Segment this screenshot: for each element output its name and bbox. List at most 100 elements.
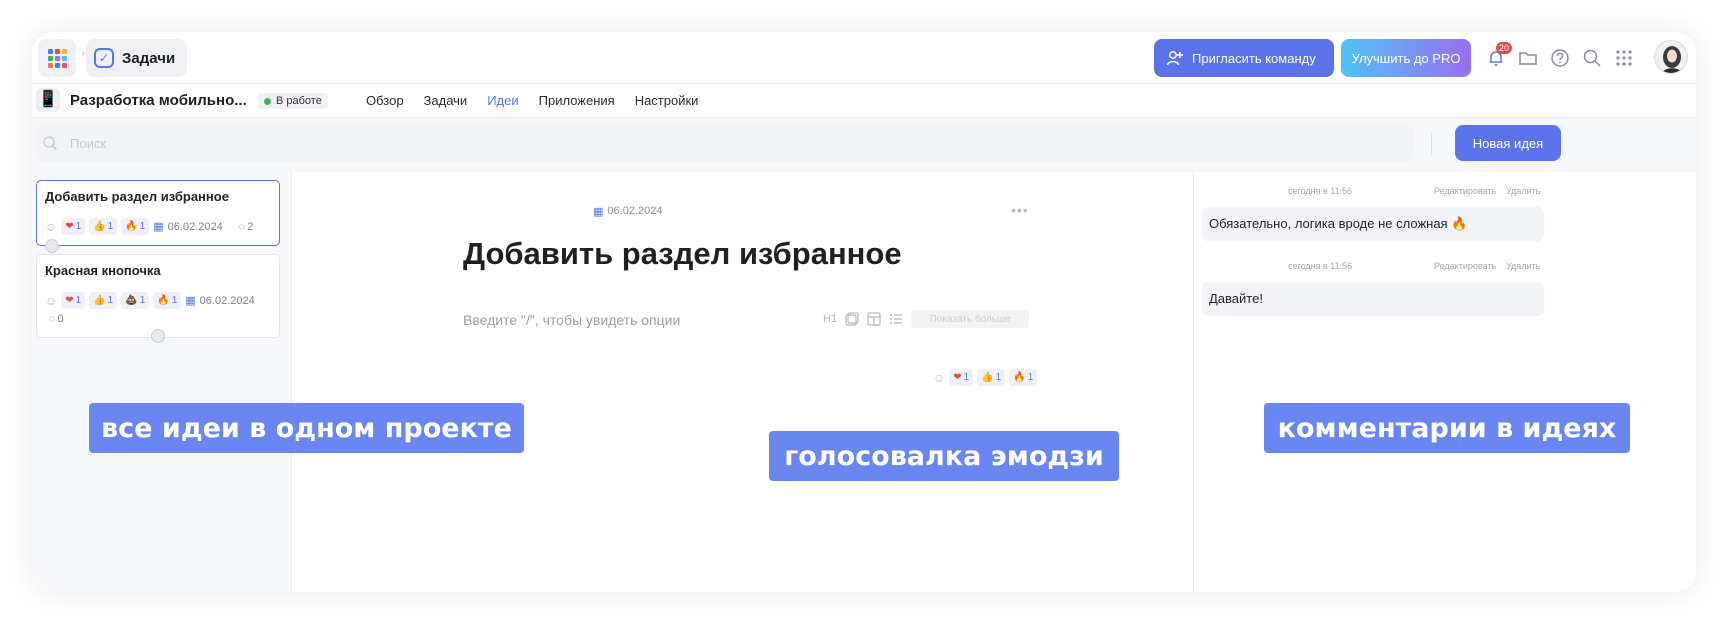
upgrade-pro-label: Улучшить до PRO xyxy=(1351,50,1461,66)
assignee-avatar xyxy=(151,329,165,343)
comment-bubble: Обязательно, логика вроде не сложная 🔥 xyxy=(1202,207,1544,241)
comment-time: сегодня в 11:56 xyxy=(1288,261,1353,271)
reaction-count: 1 xyxy=(75,221,82,232)
reaction-fire[interactable]: 🔥 1 xyxy=(1009,369,1038,386)
project-tabs: Обзор Задачи Идеи Приложения Настройки xyxy=(366,93,698,108)
apps-grid-button[interactable] xyxy=(38,39,76,77)
search-placeholder: Поиск xyxy=(70,135,107,151)
comments-count: ◌ 0 xyxy=(49,313,64,325)
more-options-icon[interactable]: ••• xyxy=(1011,202,1029,218)
edit-comment-link[interactable]: Редактировать xyxy=(1434,186,1496,196)
breadcrumb-label: Задачи xyxy=(122,49,176,67)
tab-apps[interactable]: Приложения xyxy=(539,93,615,108)
editor-placeholder[interactable]: Введите "/", чтобы увидеть опции xyxy=(463,312,680,328)
apps-grid-icon xyxy=(47,48,67,68)
thumbs-up-icon: 👍 xyxy=(93,221,106,232)
comment-icon: ◌ xyxy=(238,220,246,233)
idea-date-header[interactable]: ▦ 06.02.2024 xyxy=(593,205,662,218)
reaction-fire[interactable]: 🔥 1 xyxy=(153,292,182,309)
new-idea-button[interactable]: Новая идея xyxy=(1455,125,1561,161)
tab-overview[interactable]: Обзор xyxy=(366,93,404,108)
ideas-list: Добавить раздел избранное ☺ ❤ 1 👍 1 🔥 1 ▦ 0… xyxy=(32,172,292,592)
tab-settings[interactable]: Настройки xyxy=(635,93,699,108)
idea-title: Добавить раздел избранное xyxy=(45,189,229,204)
comments-number: 2 xyxy=(247,220,254,233)
reaction-count: 1 xyxy=(107,221,114,232)
editor-reactions: ☺ ❤ 1 👍 1 🔥 1 xyxy=(933,369,1038,386)
reaction-thumbs-up[interactable]: 👍 1 xyxy=(977,369,1006,386)
divider xyxy=(1431,133,1432,155)
assignee-avatar xyxy=(45,239,59,253)
idea-editor: ▦ 06.02.2024 ••• Добавить раздел избранн… xyxy=(293,172,1193,592)
apps-menu-button[interactable] xyxy=(1612,42,1636,74)
project-phone-icon: 📱 xyxy=(36,88,60,112)
reaction-poop[interactable]: 💩 1 xyxy=(121,292,150,309)
idea-meta: ☺ ❤ 1 👍 1 🔥 1 ▦ 06.02.2024 ◌ 2 xyxy=(45,218,271,253)
toolbar-icons: 20 xyxy=(1484,42,1636,74)
top-bar: › ✓ Задачи Пригласить команду Улучшить д… xyxy=(32,32,1696,84)
callout-ideas: все идеи в одном проекте xyxy=(89,403,524,453)
tab-tasks[interactable]: Задачи xyxy=(424,93,468,108)
table-icon[interactable] xyxy=(867,312,881,326)
notifications-button[interactable]: 20 xyxy=(1484,42,1513,74)
image-gallery-icon[interactable] xyxy=(845,312,859,326)
idea-card-selected[interactable]: Добавить раздел избранное ☺ ❤ 1 👍 1 🔥 1 ▦ 0… xyxy=(36,180,280,253)
search-button[interactable] xyxy=(1580,42,1604,74)
tab-ideas[interactable]: Идеи xyxy=(487,93,518,108)
search-input[interactable]: Поиск xyxy=(36,124,1413,162)
callout-comments: комментарии в идеях xyxy=(1264,403,1630,453)
help-icon xyxy=(1551,49,1569,67)
heart-icon: ❤ xyxy=(953,372,962,383)
search-bar: Поиск Новая идея xyxy=(32,118,1696,172)
idea-date: 06.02.2024 xyxy=(199,294,255,307)
status-label: В работе xyxy=(276,95,322,107)
delete-comment-link[interactable]: Удалить xyxy=(1506,261,1540,271)
delete-comment-link[interactable]: Удалить xyxy=(1506,186,1540,196)
add-reaction-icon[interactable]: ☺ xyxy=(933,371,945,385)
folder-button[interactable] xyxy=(1516,42,1540,74)
notifications-badge: 20 xyxy=(1496,42,1513,54)
new-idea-label: Новая идея xyxy=(1472,135,1544,151)
thumbs-up-icon: 👍 xyxy=(981,372,994,383)
help-button[interactable] xyxy=(1548,42,1572,74)
edit-comment-link[interactable]: Редактировать xyxy=(1434,261,1496,271)
comment-bubble: Давайте! xyxy=(1202,282,1544,316)
user-photo-icon xyxy=(1661,46,1683,73)
idea-date: 06.02.2024 xyxy=(607,205,663,217)
invite-team-label: Пригласить команду xyxy=(1192,50,1316,66)
reaction-heart[interactable]: ❤ 1 xyxy=(61,218,86,235)
search-icon xyxy=(43,136,57,150)
project-title[interactable]: Разработка мобильно... xyxy=(70,92,247,109)
fire-icon: 🔥 xyxy=(1013,372,1026,383)
reaction-heart[interactable]: ❤ 1 xyxy=(949,369,974,386)
reaction-fire[interactable]: 🔥 1 xyxy=(121,218,150,235)
breadcrumb-tasks[interactable]: ✓ Задачи xyxy=(86,39,188,77)
idea-card[interactable]: Красная кнопочка ☺ ❤ 1 👍 1 💩 1 🔥 1 ▦ 06.02.2… xyxy=(36,254,280,343)
comment-time: сегодня в 11:56 xyxy=(1288,186,1353,196)
add-reaction-icon[interactable]: ☺ xyxy=(45,294,57,308)
reaction-thumbs-up[interactable]: 👍 1 xyxy=(89,218,118,235)
add-reaction-icon[interactable]: ☺ xyxy=(45,220,57,234)
reaction-thumbs-up[interactable]: 👍 1 xyxy=(89,292,118,309)
heart-icon: ❤ xyxy=(65,221,74,232)
heading-icon[interactable]: H1 xyxy=(823,313,837,325)
calendar-icon: ▦ xyxy=(593,206,604,218)
user-avatar[interactable] xyxy=(1654,40,1688,74)
comment-icon: ◌ xyxy=(49,313,56,325)
numbered-list-icon[interactable] xyxy=(889,312,903,326)
folder-icon xyxy=(1519,52,1537,65)
fire-icon: 🔥 xyxy=(157,295,170,306)
idea-meta: ☺ ❤ 1 👍 1 💩 1 🔥 1 ▦ 06.02.2024 ◌ 0 xyxy=(45,292,271,343)
idea-title: Красная кнопочка xyxy=(45,263,161,278)
status-badge[interactable]: В работе xyxy=(258,93,328,109)
upgrade-pro-button[interactable]: Улучшить до PRO xyxy=(1341,39,1471,77)
idea-title-heading[interactable]: Добавить раздел избранное xyxy=(463,236,902,272)
editor-toolbar: H1 Показать больше xyxy=(823,310,1030,328)
comments-panel: сегодня в 11:56 Редактировать Удалить Об… xyxy=(1193,172,1696,592)
reaction-count: 1 xyxy=(139,295,146,306)
show-more-button[interactable]: Показать больше xyxy=(911,310,1030,328)
reaction-heart[interactable]: ❤ 1 xyxy=(61,292,86,309)
calendar-icon: ▦ xyxy=(185,295,196,307)
invite-team-button[interactable]: Пригласить команду xyxy=(1154,39,1334,77)
heart-icon: ❤ xyxy=(65,295,74,306)
